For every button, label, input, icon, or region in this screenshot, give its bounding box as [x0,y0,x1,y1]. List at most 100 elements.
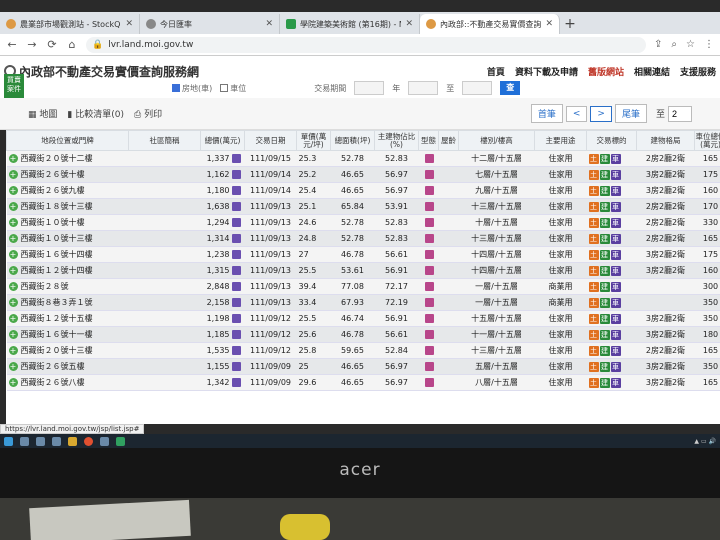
close-icon[interactable]: ✕ [405,19,413,29]
search-icon[interactable] [20,436,29,446]
table-row[interactable]: + 西藏街１６號十一樓 1,185 111/09/12 25.6 46.78 56.61 十一… [6,326,720,343]
windows-start-icon[interactable] [4,436,13,446]
table-row[interactable]: + 西藏街１８號十三樓 1,638 111/09/13 25.1 65.84 53.91 十三… [6,198,720,215]
building-type-icon[interactable] [425,346,434,355]
col-layout[interactable]: 建物格局 [636,130,695,151]
last-page-button[interactable]: 尾筆 [614,104,647,123]
close-icon[interactable]: ✕ [545,19,553,29]
expand-icon[interactable]: + [8,378,18,387]
start-year-select[interactable] [354,81,385,95]
nav-links[interactable]: 相關連結 [634,65,670,78]
table-row[interactable]: + 西藏街２０號十三樓 1,535 111/09/12 25.8 59.65 52.84 十三… [6,342,720,359]
building-type-icon[interactable] [425,218,434,227]
expand-icon[interactable]: + [8,202,18,211]
photo-icon[interactable] [231,346,241,355]
expand-icon[interactable]: + [8,154,18,163]
back-icon[interactable]: ← [6,38,18,51]
print-button[interactable]: ⎙ 列印 [134,107,162,120]
site-logo[interactable]: 內政部不動產交易實價查詢服務網 [4,63,199,80]
photo-icon[interactable] [231,218,241,227]
col-type[interactable]: 型態 [418,130,439,151]
browser-tab[interactable]: 農業部市場觀測站 - StockQ.org✕ [0,14,140,34]
col-target[interactable]: 交易標的 [586,130,637,151]
line-icon[interactable] [116,436,125,446]
zoom-icon[interactable]: ⌕ [671,39,677,50]
table-row[interactable]: + 西藏街２６號十樓 1,162 111/09/14 25.2 46.65 56.97 七層/… [6,166,720,183]
task-view-icon[interactable] [36,436,45,446]
nav-support[interactable]: 支援服務 [680,65,716,78]
expand-icon[interactable]: + [8,282,18,291]
table-row[interactable]: + 西藏街２６號八樓 1,342 111/09/09 29.6 46.65 56.97 八層/… [6,374,720,391]
search-button[interactable]: 查 [500,81,521,95]
table-row[interactable]: + 西藏街２６號五樓 1,155 111/09/09 25 46.65 56.97 五層/十五… [6,358,720,375]
table-row[interactable]: + 西藏街１０號十三樓 1,314 111/09/13 24.8 52.78 52.83 十三… [6,230,720,247]
photo-icon[interactable] [231,378,241,387]
building-type-icon[interactable] [425,298,434,307]
col-floor[interactable]: 樓別/樓高 [458,130,535,151]
building-type-icon[interactable] [425,378,434,387]
expand-icon[interactable]: + [8,266,18,275]
building-type-icon[interactable] [425,362,434,371]
building-type-icon[interactable] [425,186,434,195]
col-date[interactable]: 交易日期 [244,130,297,151]
new-tab-button[interactable]: + [560,14,580,34]
expand-icon[interactable]: + [8,186,18,195]
photo-icon[interactable] [231,314,241,323]
col-main-ratio[interactable]: 主建物佔比(%) [374,130,419,151]
col-age[interactable]: 屋齡 [438,130,459,151]
chrome-icon[interactable] [84,436,93,446]
nav-home[interactable]: 首頁 [487,65,505,78]
table-row[interactable]: + 西藏街１０號十樓 1,294 111/09/13 24.6 52.78 52.83 十層/… [6,214,720,231]
browser-tab-active[interactable]: 內政部::不動產交易實價查詢服務網✕ [420,14,560,34]
col-unit-price[interactable]: 單價(萬元/坪) [296,130,331,151]
expand-icon[interactable]: + [8,330,18,339]
table-row[interactable]: + 西藏街２８號 2,848 111/09/13 39.4 77.08 72.17 一層/十五… [6,278,720,295]
building-type-icon[interactable] [425,330,434,339]
photo-icon[interactable] [231,170,241,179]
table-row[interactable]: + 西藏街１２號十五樓 1,198 111/09/12 25.5 46.74 56.91 十五… [6,310,720,327]
close-icon[interactable]: ✕ [125,19,133,29]
table-row[interactable]: + 西藏街２０號十二樓 1,337 111/09/15 25.3 52.78 52.83 十二… [6,150,720,167]
browser-tab[interactable]: 學院建築美術館 (第16期) - Mobi✕ [280,14,420,34]
table-row[interactable]: + 西藏街２６號九樓 1,180 111/09/14 25.4 46.65 56.97 九層/… [6,182,720,199]
col-community[interactable]: 社區簡稱 [128,130,201,151]
photo-icon[interactable] [231,266,241,275]
home-icon[interactable]: ⌂ [66,38,78,51]
star-icon[interactable]: ☆ [686,39,695,50]
table-row[interactable]: + 西藏街１６號十四樓 1,238 111/09/13 27 46.78 56.61 十四層/… [6,246,720,263]
photo-icon[interactable] [231,234,241,243]
nav-download[interactable]: 資料下載及申請 [515,65,578,78]
reload-icon[interactable]: ⟳ [46,38,58,51]
folder-icon[interactable] [68,436,77,446]
photo-icon[interactable] [231,362,241,371]
edge-icon[interactable] [52,436,61,446]
menu-icon[interactable]: ⋮ [704,39,714,50]
building-type-icon[interactable] [425,266,434,275]
expand-icon[interactable]: + [8,298,18,307]
photo-icon[interactable] [231,186,241,195]
photo-icon[interactable] [231,250,241,259]
first-page-button[interactable]: 首筆 [530,104,563,123]
table-row[interactable]: + 西藏街１２號十四樓 1,315 111/09/13 25.5 53.61 56.91 十四… [6,262,720,279]
nav-old-site[interactable]: 舊版網站 [588,65,624,78]
browser-tab[interactable]: 今日匯率 ✕ [140,14,280,34]
page-input[interactable] [668,105,692,122]
building-type-icon[interactable] [425,250,434,259]
photo-icon[interactable] [231,298,241,307]
building-type-icon[interactable] [425,170,434,179]
building-type-icon[interactable] [425,154,434,163]
col-parking[interactable]: 車位總價(萬元) [694,130,720,151]
expand-icon[interactable]: + [8,234,18,243]
expand-icon[interactable]: + [8,314,18,323]
photo-icon[interactable] [231,154,241,163]
prev-page-button[interactable]: < [565,105,588,122]
photo-icon[interactable] [231,202,241,211]
expand-icon[interactable]: + [8,218,18,227]
map-button[interactable]: ▦ 地圖 [28,107,57,120]
photo-icon[interactable] [231,282,241,291]
building-type-icon[interactable] [425,282,434,291]
building-type-icon[interactable] [425,202,434,211]
start-month-select[interactable] [408,81,439,95]
col-use[interactable]: 主要用途 [534,130,587,151]
col-location[interactable]: 地段位置或門牌 [6,130,129,151]
